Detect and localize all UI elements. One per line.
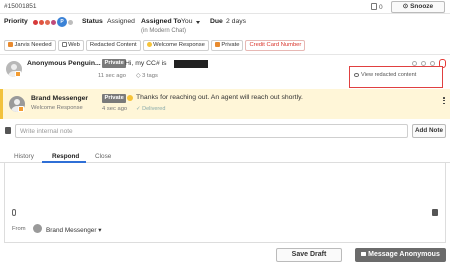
tab-close[interactable]: Close — [95, 153, 111, 160]
message-text: Thanks for reaching out. An agent will r… — [136, 94, 303, 101]
chevron-down-icon[interactable] — [196, 21, 200, 24]
priority-dot-5[interactable] — [68, 20, 73, 25]
message-subtitle: Welcome Response — [31, 105, 83, 111]
due-value[interactable]: 2 days — [226, 18, 246, 25]
from-value: Brand Messenger — [46, 227, 97, 234]
avatar — [33, 224, 42, 233]
status-value[interactable]: Assigned — [107, 18, 135, 25]
from-select[interactable]: Brand Messenger ▾ — [46, 226, 101, 234]
redact-popup[interactable]: View redacted content — [349, 66, 443, 88]
send-message-button[interactable]: Message Anonymous — [355, 248, 446, 262]
avatar-head — [11, 64, 17, 70]
message-sender: Brand Messenger — [31, 95, 89, 102]
tag-private[interactable]: Private — [210, 40, 244, 51]
paperclip-icon[interactable] — [12, 209, 16, 216]
priority-dot-1[interactable] — [33, 20, 38, 25]
reply-tabs: History Respond Close — [0, 151, 450, 163]
priority-dot-2[interactable] — [39, 20, 44, 25]
kebab-menu-icon[interactable] — [443, 97, 445, 105]
due-label: Due — [210, 18, 223, 25]
lock-icon — [361, 252, 367, 256]
message-tags[interactable]: ◇ 3 tags — [136, 73, 158, 79]
snooze-label: Snooze — [410, 3, 434, 10]
send-label: Message Anonymous — [368, 251, 440, 258]
tag-welcome-response[interactable]: Welcome Response — [142, 40, 209, 51]
private-chip: Private — [102, 94, 127, 103]
lock-icon — [214, 41, 220, 47]
from-label: From — [12, 226, 26, 232]
tag-redacted-content[interactable]: Redacted Content — [85, 40, 141, 51]
notes-count[interactable]: 0 — [371, 3, 383, 11]
ticket-header: #15001851 0 ⊙ Snooze — [0, 0, 450, 14]
assigned-label: Assigned To — [141, 18, 182, 25]
document-icon — [371, 3, 377, 10]
tag-label: Jarvis Needed — [14, 42, 52, 48]
channel-badge-icon — [18, 106, 24, 112]
clock-icon: ⊙ — [402, 3, 411, 10]
ticket-id: #15001851 — [4, 3, 37, 10]
message-tags-count: 3 tags — [142, 73, 158, 79]
emoji-icon — [127, 95, 133, 101]
priority-dot-3[interactable] — [45, 20, 50, 25]
save-draft-button[interactable]: Save Draft — [276, 248, 342, 262]
chevron-down-icon: ▾ — [98, 227, 102, 234]
tag-label: Credit Card Number — [249, 42, 302, 48]
message-text: Hi, my CC# is — [125, 60, 167, 67]
reply-composer[interactable]: From Brand Messenger ▾ — [4, 163, 446, 243]
assigned-sub: (in Modern Chat) — [141, 28, 187, 34]
tag-label: Web — [68, 42, 80, 48]
internal-note-input[interactable]: Write internal note — [15, 124, 408, 138]
internal-note-row: Write internal note Add Note — [0, 123, 450, 139]
snooze-button[interactable]: ⊙ Snooze — [391, 1, 445, 13]
eye-icon — [354, 73, 359, 77]
priority-label: Priority — [4, 18, 28, 25]
delivered-status: ✓ Delivered — [136, 106, 165, 112]
tab-history[interactable]: History — [14, 153, 34, 160]
message-time: 11 sec ago — [98, 73, 126, 79]
redacted-block[interactable] — [174, 60, 208, 68]
channel-badge-icon — [15, 71, 21, 77]
tag-jarvis-needed[interactable]: Jarvis Needed — [4, 40, 56, 51]
view-redacted-label: View redacted content — [361, 72, 417, 78]
ticket-fields: Priority P Status Assigned Assigned To Y… — [0, 14, 450, 36]
assigned-value[interactable]: You — [181, 18, 192, 25]
avatar-head — [14, 99, 20, 105]
delivered-label: Delivered — [142, 106, 166, 112]
ticket-tags: Jarvis Needed Web Redacted Content Welco… — [4, 40, 306, 51]
message-brand: Brand Messenger Welcome Response Private… — [0, 89, 450, 119]
private-chip: Private — [102, 59, 127, 68]
priority-badge[interactable]: P — [57, 17, 67, 27]
tag-label: Private — [221, 42, 240, 48]
add-note-button[interactable]: Add Note — [412, 124, 446, 138]
tag-label: Welcome Response — [153, 42, 205, 48]
message-sender: Anonymous Penguin... — [27, 60, 101, 67]
document-icon[interactable] — [432, 209, 438, 216]
divider — [0, 54, 450, 55]
monitor-icon — [61, 41, 67, 47]
jarvis-icon — [8, 41, 13, 47]
tag-web[interactable]: Web — [57, 40, 84, 51]
notes-count-value: 0 — [379, 4, 383, 11]
priority-dot-4[interactable] — [51, 20, 56, 25]
message-time: 4 sec ago — [102, 106, 128, 112]
status-label: Status — [82, 18, 103, 25]
tab-respond[interactable]: Respond — [52, 153, 79, 160]
tag-credit-card-number[interactable]: Credit Card Number — [245, 40, 306, 51]
note-icon — [5, 127, 11, 134]
tag-label: Redacted Content — [89, 42, 137, 48]
emoji-icon — [146, 41, 152, 47]
